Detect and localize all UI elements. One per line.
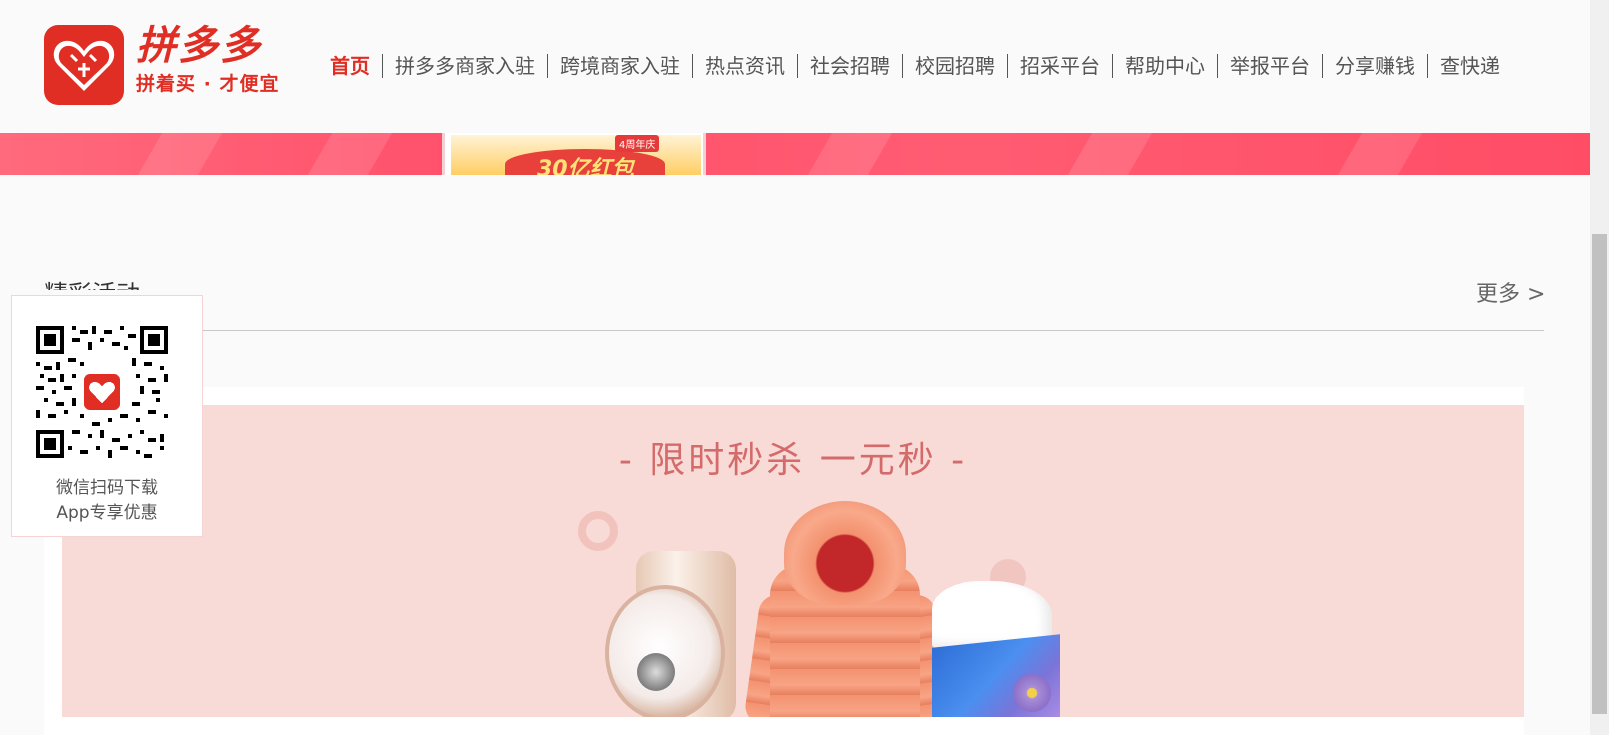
- hero-banner-strip[interactable]: 30亿红包 4周年庆: [0, 133, 1590, 175]
- logo-text[interactable]: 拼多多 拼着买 · 才便宜: [136, 22, 279, 98]
- flower-decoration-icon: [1010, 671, 1054, 715]
- nav-item-report[interactable]: 举报平台: [1217, 54, 1322, 78]
- nav-item-home[interactable]: 首页: [318, 54, 382, 78]
- anniversary-banner[interactable]: 30亿红包 4周年庆: [442, 133, 706, 175]
- anniversary-badge: 4周年庆: [615, 135, 660, 152]
- nav-item-share-earn[interactable]: 分享赚钱: [1322, 54, 1427, 78]
- jacket-hood: [784, 501, 906, 605]
- section-divider: [44, 330, 1544, 331]
- decorative-ring: [578, 511, 618, 551]
- main-nav: 首页 拼多多商家入驻 跨境商家入驻 热点资讯 社会招聘 校园招聘 招采平台 帮助…: [318, 52, 1512, 80]
- strip-decoration: [1067, 133, 1153, 175]
- logo-title: 拼多多: [136, 23, 262, 69]
- qr-caption: 微信扫码下载 App专享优惠: [12, 476, 202, 526]
- nav-item-hot-news[interactable]: 热点资讯: [692, 54, 797, 78]
- nav-item-procurement[interactable]: 招采平台: [1007, 54, 1112, 78]
- qr-code-icon: [36, 326, 168, 458]
- section-title: 精彩活动: [44, 266, 140, 290]
- qr-download-widget[interactable]: 微信扫码下载 App专享优惠: [11, 295, 203, 537]
- nav-item-help-center[interactable]: 帮助中心: [1112, 54, 1217, 78]
- watch-dial: [637, 653, 675, 691]
- strip-decoration: [1337, 133, 1423, 175]
- nav-item-crossborder-join[interactable]: 跨境商家入驻: [547, 54, 692, 78]
- site-header: 拼多多 拼着买 · 才便宜 首页 拼多多商家入驻 跨境商家入驻 热点资讯 社会招…: [0, 0, 1590, 133]
- page-scrollbar-thumb[interactable]: [1592, 234, 1607, 714]
- banner-text: 30亿红包: [537, 157, 634, 175]
- qr-caption-line1: 微信扫码下载: [56, 478, 158, 498]
- pinduoduo-logo-icon[interactable]: [44, 25, 124, 105]
- nav-item-merchant-join[interactable]: 拼多多商家入驻: [382, 54, 547, 78]
- nav-item-track-package[interactable]: 查快递: [1427, 54, 1512, 78]
- strip-decoration: [137, 133, 223, 175]
- logo-slogan: 拼着买 · 才便宜: [136, 73, 280, 95]
- nav-item-campus-recruit[interactable]: 校园招聘: [902, 54, 1007, 78]
- flash-sale-banner[interactable]: - 限时秒杀 一元秒 -: [62, 405, 1524, 717]
- promo-card[interactable]: - 限时秒杀 一元秒 -: [44, 387, 1524, 735]
- strip-decoration: [307, 133, 393, 175]
- strip-decoration: [807, 133, 893, 175]
- qr-caption-line2: App专享优惠: [56, 503, 158, 523]
- promo-title: - 限时秒杀 一元秒 -: [618, 440, 968, 481]
- more-link[interactable]: 更多 >: [1476, 276, 1545, 308]
- watch-image: [605, 585, 725, 717]
- nav-item-social-recruit[interactable]: 社会招聘: [797, 54, 902, 78]
